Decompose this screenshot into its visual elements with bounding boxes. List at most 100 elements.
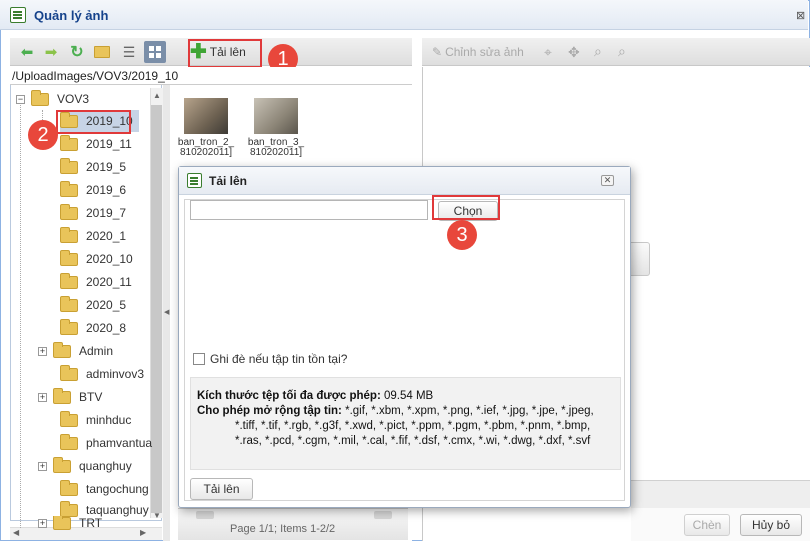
- expand-icon[interactable]: +: [38, 346, 47, 356]
- tree-item-label: tangochung: [86, 482, 149, 496]
- tree-item-tangochung[interactable]: tangochung: [60, 478, 149, 500]
- overwrite-checkbox[interactable]: [193, 353, 205, 365]
- cancel-button[interactable]: Hủy bỏ: [740, 514, 802, 536]
- pan-icon[interactable]: ✥: [568, 44, 580, 61]
- tree-item-2019-7[interactable]: 2019_7: [60, 202, 126, 224]
- tree-scroll-thumb[interactable]: [151, 105, 162, 513]
- bottom-bar: [631, 480, 810, 508]
- pager-left-control[interactable]: [196, 511, 214, 519]
- max-size-line: Kích thước tệp tối đa được phép: 09.54 M…: [197, 389, 433, 404]
- choose-highlight-box: [432, 195, 500, 220]
- window-titlebar: Quản lý ảnh ⊠: [0, 0, 808, 30]
- tree-item-quanghuy[interactable]: + quanghuy: [38, 455, 132, 477]
- window-close-icon[interactable]: ⊠: [796, 9, 810, 23]
- tree-item-adminvov3[interactable]: adminvov3: [60, 363, 144, 385]
- pager-text: Page 1/1; Items 1-2/2: [230, 523, 336, 535]
- dialog-close-icon[interactable]: ✕: [601, 175, 614, 186]
- tree-item-label: phamvantua: [86, 436, 153, 450]
- dialog-title: Tải lên: [209, 174, 248, 188]
- pager-right-control[interactable]: [374, 511, 392, 519]
- zoom-in-icon[interactable]: ⌕: [594, 43, 602, 60]
- dialog-upload-button[interactable]: Tải lên: [190, 478, 253, 500]
- thumbnail-item[interactable]: ban_tron_3_ 810202011]: [246, 98, 306, 158]
- forward-arrow-icon[interactable]: ➡: [42, 42, 60, 62]
- tree-item-phamvantua[interactable]: phamvantua: [60, 432, 152, 454]
- tree-item-2020-11[interactable]: 2020_11: [60, 271, 132, 293]
- tree-item-label: quanghuy: [79, 459, 132, 473]
- new-folder-icon[interactable]: [92, 42, 112, 62]
- tree-item-minhduc[interactable]: minhduc: [60, 409, 131, 431]
- tree-item-root[interactable]: − VOV3: [16, 88, 89, 110]
- tree-item-label: TRT: [79, 516, 103, 530]
- tree-item-label: 2020_1: [86, 229, 127, 243]
- dialog-titlebar: Tải lên ✕: [179, 167, 630, 195]
- folder-icon: [60, 157, 78, 174]
- folder-icon: [53, 341, 71, 358]
- edit-image-label: Chỉnh sửa ảnh: [445, 45, 524, 59]
- thumbnail-label-2: 810202011]: [179, 147, 233, 158]
- window-title: Quản lý ảnh: [34, 8, 109, 23]
- collapse-arrow-icon[interactable]: ◀: [164, 308, 169, 316]
- upload-highlight-box: [188, 39, 262, 68]
- tree-item-label: minhduc: [86, 413, 132, 427]
- expand-icon[interactable]: +: [38, 392, 47, 402]
- folder-icon: [60, 364, 78, 381]
- list-view-icon[interactable]: ☰: [120, 42, 138, 62]
- folder-icon: [60, 226, 78, 243]
- edit-icon: ✎: [432, 45, 443, 59]
- tree-item-2020-10[interactable]: 2020_10: [60, 248, 133, 270]
- folder-icon: [53, 456, 71, 473]
- tree-item-2020-1[interactable]: 2020_1: [60, 225, 126, 247]
- extensions-label: Cho phép mở rộng tập tin:: [197, 405, 342, 417]
- collapse-icon[interactable]: −: [16, 94, 25, 104]
- tree-item-btv[interactable]: + BTV: [38, 386, 102, 408]
- window-icon: [10, 7, 26, 23]
- tree-item-2020-5[interactable]: 2020_5: [60, 294, 126, 316]
- overwrite-option[interactable]: Ghi đè nếu tập tin tồn tại?: [193, 352, 347, 366]
- tree-item-2019-6[interactable]: 2019_6: [60, 179, 126, 201]
- thumbnail-image: [254, 98, 298, 134]
- folder-icon: [60, 249, 78, 266]
- dialog-body: Chọn Ghi đè nếu tập tin tồn tại? Kích th…: [184, 199, 625, 501]
- tree-item-trt[interactable]: + TRT: [38, 516, 102, 530]
- thumbnail-image: [184, 98, 228, 134]
- file-path-input[interactable]: [190, 200, 428, 220]
- folder-highlight-box: [56, 110, 131, 134]
- tree-item-label: VOV3: [57, 92, 90, 106]
- tree-item-2019-11[interactable]: 2019_11: [60, 133, 132, 155]
- extensions-value-1: *.gif, *.xbm, *.xpm, *.png, *.ief, *.jpg…: [345, 405, 594, 417]
- callout-3: 3: [447, 220, 477, 250]
- folder-icon: [60, 410, 78, 427]
- pager-bar: Page 1/1; Items 1-2/2: [178, 508, 408, 540]
- tree-item-label: Admin: [79, 344, 114, 358]
- edit-image-button[interactable]: ✎ Chỉnh sửa ảnh: [432, 43, 524, 61]
- folder-icon: [60, 433, 78, 450]
- thumbnail-item[interactable]: ban_tron_2_ 810202011]: [176, 98, 236, 158]
- tree-item-label: adminvov3: [86, 367, 145, 381]
- tree-item-label: BTV: [79, 390, 103, 404]
- tree-item-2019-5[interactable]: 2019_5: [60, 156, 126, 178]
- folder-icon: [60, 272, 78, 289]
- max-size-label: Kích thước tệp tối đa được phép:: [197, 390, 381, 402]
- extensions-line-1: Cho phép mở rộng tập tin: *.gif, *.xbm, …: [197, 404, 594, 419]
- folder-icon: [53, 387, 71, 404]
- back-arrow-icon[interactable]: ⬅: [18, 42, 36, 62]
- folder-icon: [60, 500, 78, 517]
- image-edit-toolbar: ✎ Chỉnh sửa ảnh ⌖ ✥ ⌕ ⌕: [422, 38, 810, 66]
- expand-icon[interactable]: +: [38, 461, 47, 471]
- scroll-up-icon[interactable]: ▲: [153, 91, 161, 100]
- scroll-left-icon[interactable]: ◀: [13, 528, 19, 537]
- scroll-down-icon[interactable]: ▼: [153, 511, 161, 520]
- scroll-right-icon[interactable]: ▶: [140, 528, 146, 537]
- tree-item-2020-8[interactable]: 2020_8: [60, 317, 126, 339]
- tree-item-admin[interactable]: + Admin: [38, 340, 113, 362]
- insert-button[interactable]: Chèn: [684, 514, 730, 536]
- zoom-out-icon[interactable]: ⌕: [618, 43, 626, 60]
- folder-icon: [60, 295, 78, 312]
- folder-icon: [60, 180, 78, 197]
- thumbnail-view-icon[interactable]: [144, 41, 166, 63]
- fit-icon[interactable]: ⌖: [544, 44, 552, 61]
- tree-guide-line: [20, 98, 21, 528]
- expand-icon[interactable]: +: [38, 518, 47, 528]
- refresh-icon[interactable]: ↻: [68, 42, 86, 62]
